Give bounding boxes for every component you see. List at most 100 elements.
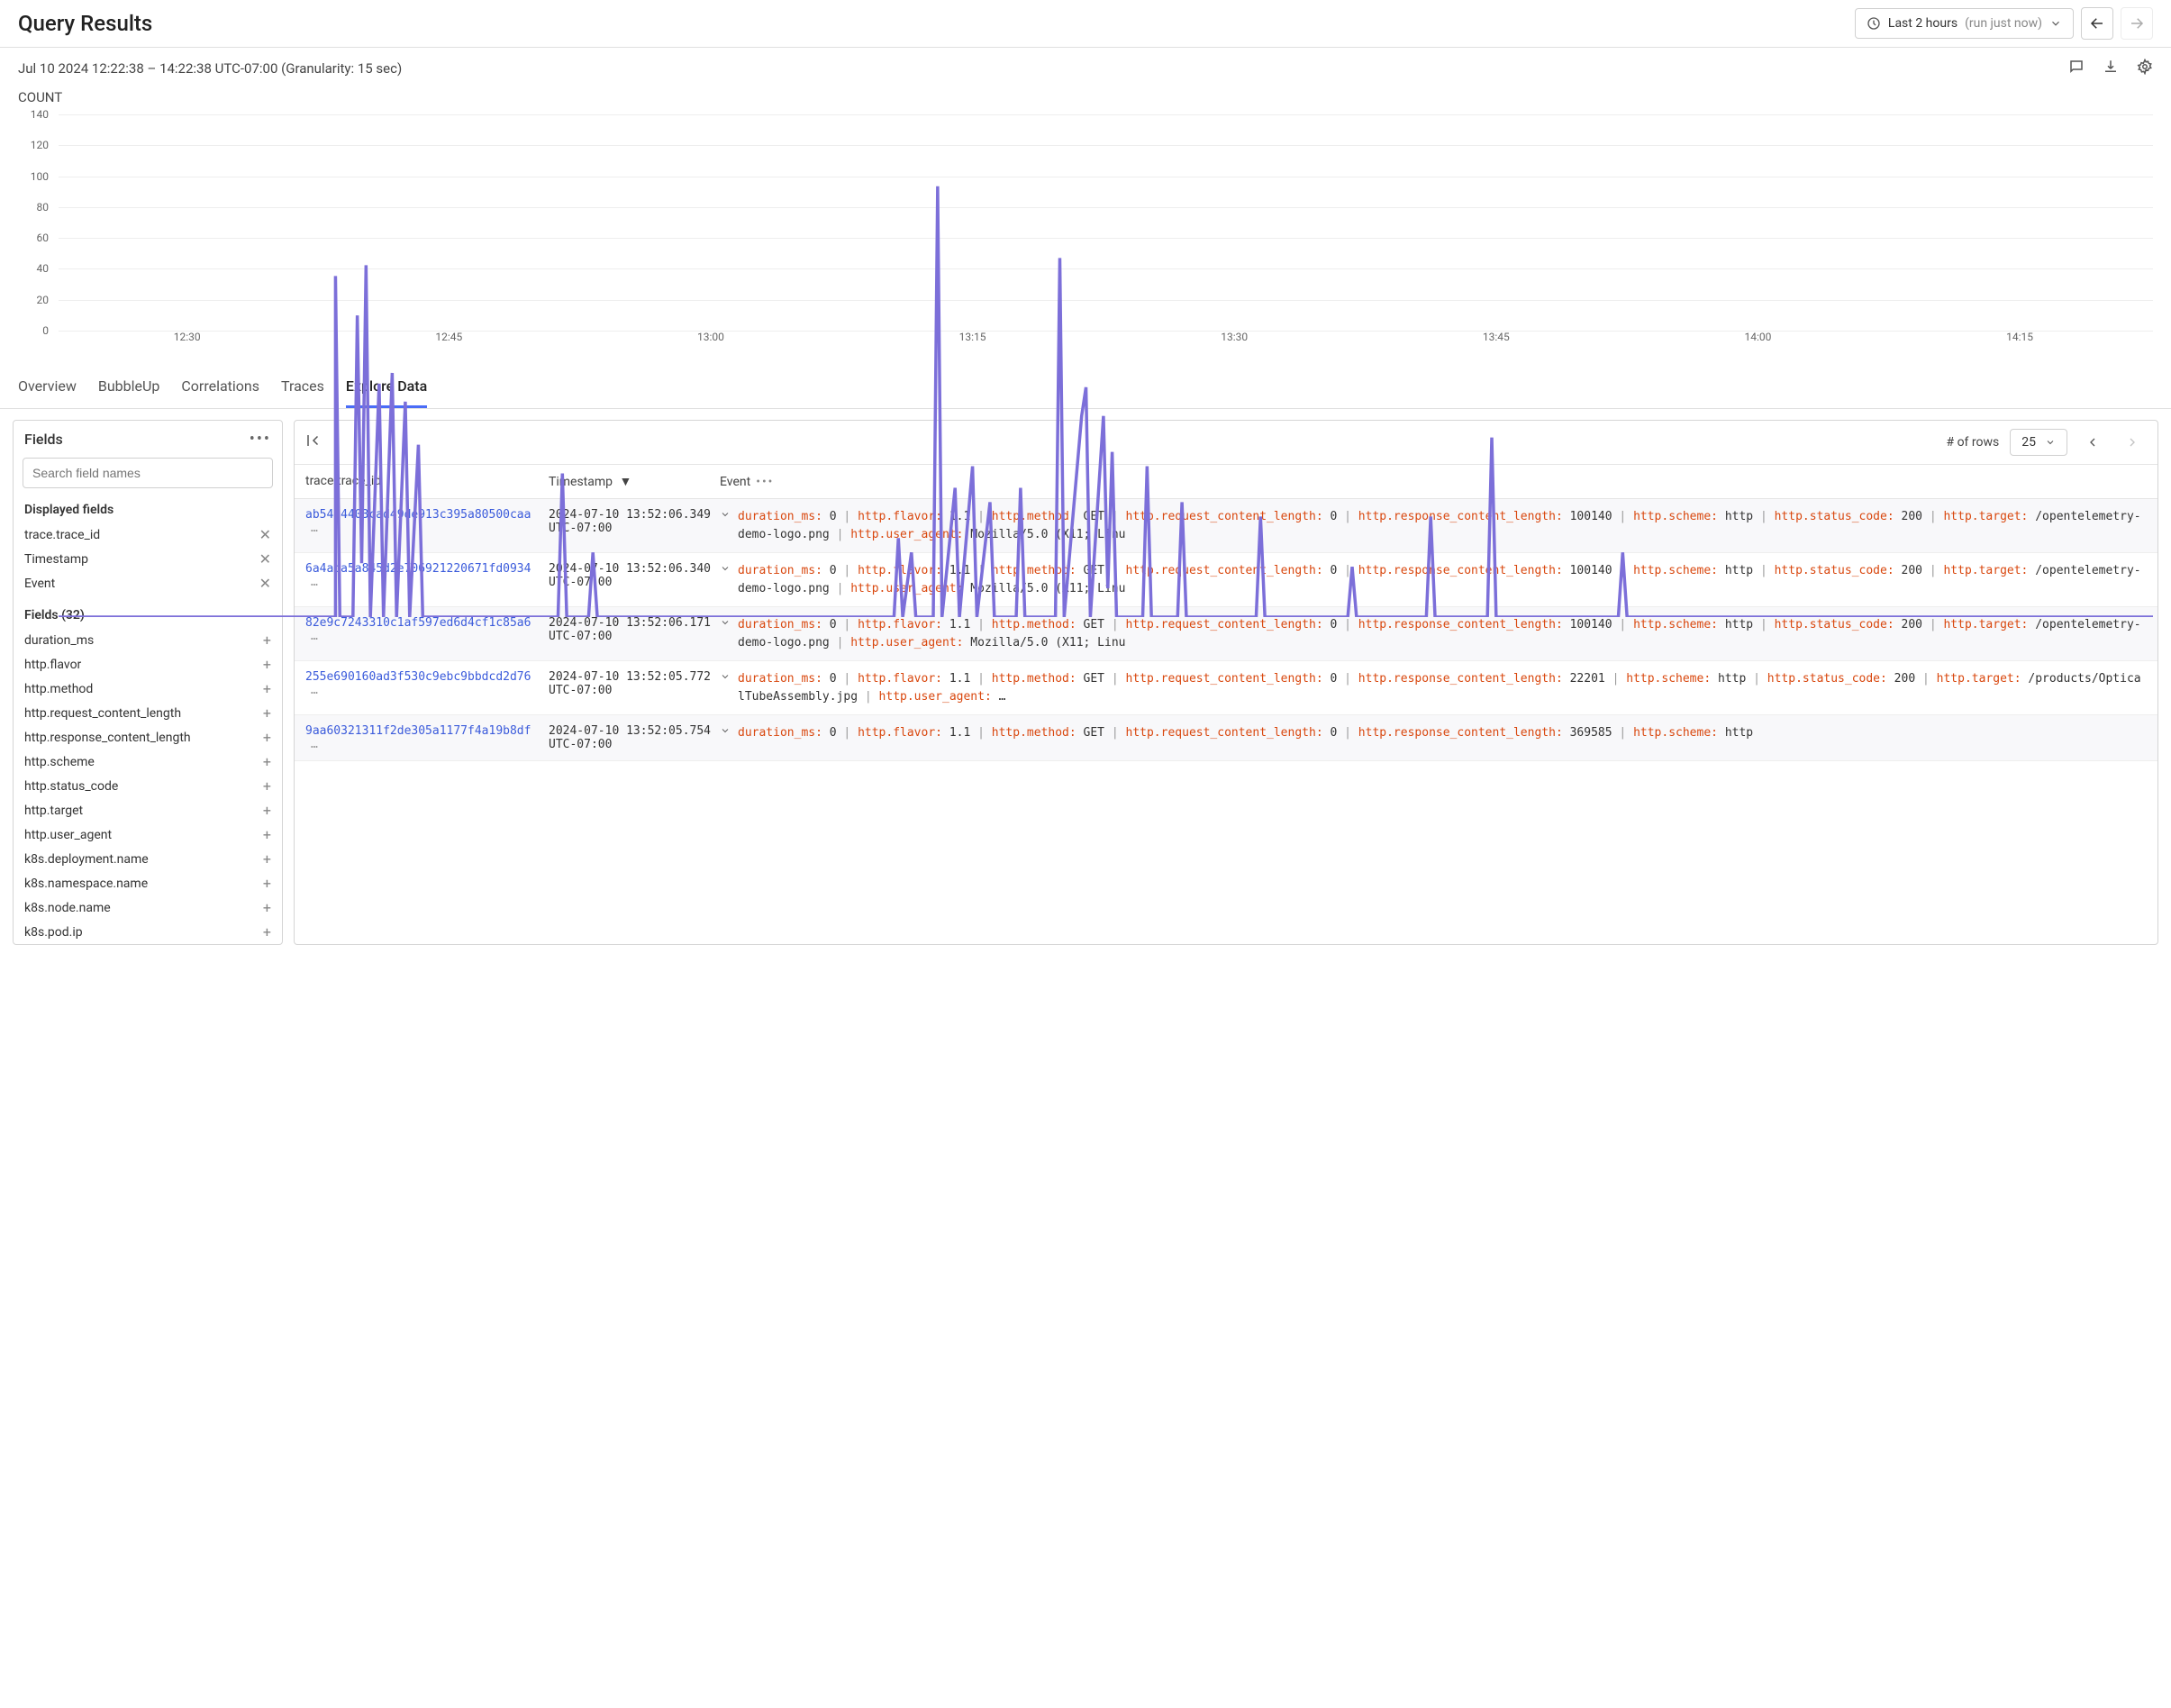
field-row[interactable]: k8s.namespace.name + (14, 871, 282, 895)
trace-id-link[interactable]: 255e690160ad3f530c9ebc9bbdcd2d76 (305, 670, 531, 684)
x-tick: 14:15 (2006, 331, 2033, 343)
add-field-button[interactable]: + (263, 729, 271, 746)
expand-row-button[interactable] (720, 671, 731, 705)
settings-button[interactable] (2137, 59, 2153, 78)
time-range-label: Last 2 hours (1888, 16, 1958, 31)
add-field-button[interactable]: + (263, 680, 271, 697)
table-row: 9aa60321311f2de305a1177f4a19b8df … 2024-… (295, 715, 2157, 761)
time-range-text: Jul 10 2024 12:22:38 – 14:22:38 UTC-07:0… (18, 60, 402, 77)
download-button[interactable] (2103, 59, 2119, 78)
arrow-right-icon (2129, 15, 2145, 32)
chevron-right-icon (2125, 435, 2139, 450)
field-row[interactable]: k8s.pod.ip+ (14, 920, 282, 944)
field-row[interactable]: http.method + (14, 677, 282, 701)
x-tick: 13:30 (1221, 331, 1248, 343)
y-tick: 80 (37, 201, 50, 214)
gear-icon (2137, 59, 2153, 75)
trace-id-link[interactable]: 82e9c7243310c1af597ed6d4cf1c85a6 (305, 616, 531, 630)
field-name: duration_ms (24, 633, 94, 648)
row-menu-button[interactable]: … (311, 630, 318, 643)
add-field-button[interactable]: + (263, 704, 271, 722)
field-row[interactable]: http.user_agent+ (14, 822, 282, 847)
add-field-button[interactable]: + (263, 753, 271, 770)
chart[interactable]: 020406080100120140 12:3012:4513:0013:151… (18, 114, 2153, 349)
field-row[interactable]: k8s.node.name + (14, 895, 282, 920)
event-cell: duration_ms: 0 | http.flavor: 1.1 | http… (738, 670, 2147, 705)
row-menu-button[interactable]: … (311, 684, 318, 697)
add-field-button[interactable]: + (263, 826, 271, 843)
y-tick: 20 (37, 294, 50, 306)
event-cell: duration_ms: 0 | http.flavor: 1.1 | http… (738, 616, 2147, 651)
field-row[interactable]: http.target + (14, 798, 282, 822)
add-field-button[interactable]: + (263, 899, 271, 916)
x-tick: 12:45 (435, 331, 462, 343)
plus-icon: + (263, 850, 271, 868)
chevron-down-icon (2049, 17, 2062, 30)
field-name: k8s.namespace.name (24, 877, 148, 891)
x-tick: 14:00 (1745, 331, 1772, 343)
plus-icon: + (263, 753, 271, 770)
x-tick: 13:45 (1483, 331, 1510, 343)
time-range-sub: (run just now) (1965, 16, 2042, 31)
field-name: http.scheme (24, 755, 95, 769)
comment-button[interactable] (2068, 59, 2085, 78)
field-name: http.response_content_length (24, 731, 191, 745)
field-name: http.target (24, 804, 83, 818)
field-name: http.status_code (24, 779, 118, 794)
timestamp-cell: 2024-07-10 13:52:05.754 UTC-07:00 (549, 724, 720, 751)
event-cell: duration_ms: 0 | http.flavor: 1.1 | http… (738, 724, 2147, 751)
chevron-down-icon (720, 725, 731, 736)
expand-row-button[interactable] (720, 725, 731, 751)
field-row[interactable]: http.status_code + (14, 774, 282, 798)
plus-icon: + (263, 802, 271, 819)
field-row[interactable]: http.request_content_length+ (14, 701, 282, 725)
field-name: http.flavor (24, 658, 81, 672)
add-field-button[interactable]: + (263, 631, 271, 649)
field-row[interactable]: http.flavor + (14, 652, 282, 677)
x-tick: 13:00 (697, 331, 724, 343)
field-name: http.method (24, 682, 93, 696)
chart-title: COUNT (18, 89, 2153, 105)
field-row[interactable]: http.response_content_length + (14, 725, 282, 750)
field-row[interactable]: http.scheme + (14, 750, 282, 774)
plus-icon: + (263, 923, 271, 940)
field-name: k8s.deployment.name (24, 852, 149, 867)
y-tick: 60 (37, 232, 50, 244)
next-page-button (2118, 428, 2147, 457)
back-button[interactable] (2081, 7, 2113, 40)
plus-icon: + (263, 704, 271, 722)
timestamp-cell: 2024-07-10 13:52:05.772 UTC-07:00 (549, 670, 720, 705)
field-row[interactable]: k8s.deployment.name + (14, 847, 282, 871)
field-name: k8s.node.name (24, 901, 111, 915)
plus-icon: + (263, 875, 271, 892)
clock-icon (1867, 16, 1881, 31)
more-icon: … (311, 738, 318, 751)
time-range-picker[interactable]: Last 2 hours (run just now) (1855, 8, 2074, 39)
field-row[interactable]: duration_ms + (14, 628, 282, 652)
more-icon: … (311, 684, 318, 697)
y-tick: 0 (42, 324, 49, 337)
add-field-button[interactable]: + (263, 850, 271, 868)
download-icon (2103, 59, 2119, 75)
row-menu-button[interactable]: … (311, 738, 318, 751)
expand-row-button[interactable] (720, 617, 731, 651)
comment-icon (2068, 59, 2085, 75)
plus-icon: + (263, 826, 271, 843)
forward-button (2121, 7, 2153, 40)
arrow-left-icon (2089, 15, 2105, 32)
plus-icon: + (263, 656, 271, 673)
table-row: 255e690160ad3f530c9ebc9bbdcd2d76 … 2024-… (295, 661, 2157, 715)
add-field-button[interactable]: + (263, 656, 271, 673)
add-field-button[interactable]: + (263, 777, 271, 795)
add-field-button[interactable]: + (263, 802, 271, 819)
y-tick: 100 (31, 170, 49, 183)
chevron-down-icon (720, 617, 731, 628)
chart-line (59, 186, 2153, 617)
field-name: Event (24, 577, 55, 591)
trace-id-link[interactable]: 9aa60321311f2de305a1177f4a19b8df (305, 724, 531, 738)
plus-icon: + (263, 631, 271, 649)
add-field-button[interactable]: + (263, 875, 271, 892)
page-title: Query Results (18, 11, 152, 36)
plus-icon: + (263, 899, 271, 916)
add-field-button[interactable]: + (263, 923, 271, 940)
